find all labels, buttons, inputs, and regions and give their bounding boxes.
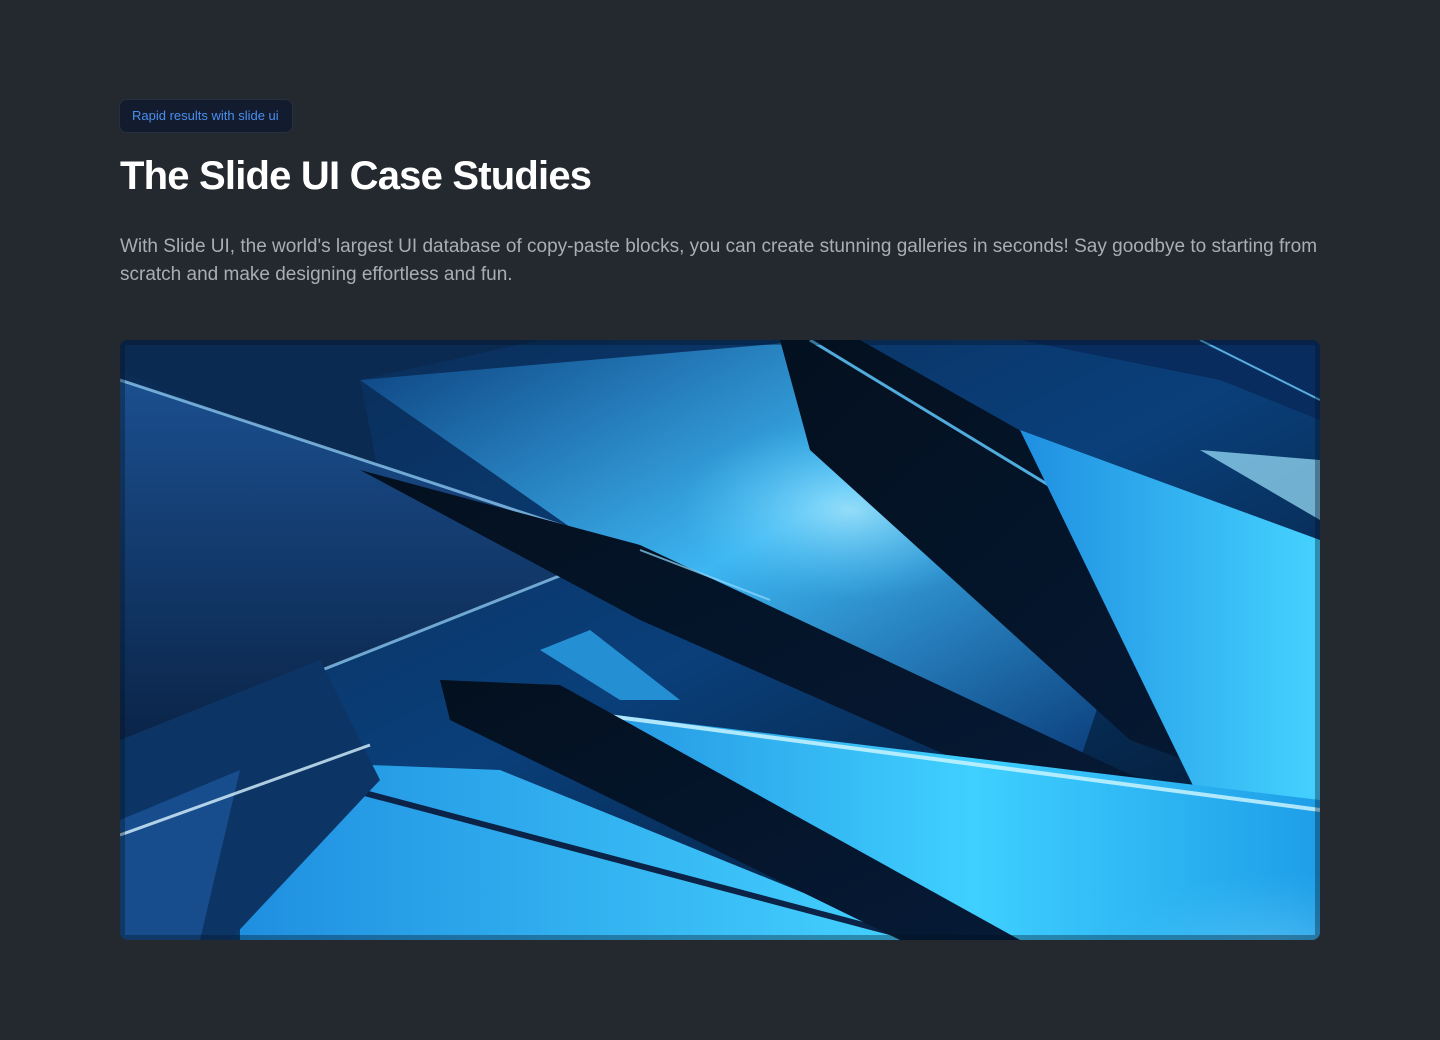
abstract-glass-shards-illustration: [120, 340, 1320, 940]
tagline-badge: Rapid results with slide ui: [120, 100, 292, 132]
page-title: The Slide UI Case Studies: [120, 154, 592, 198]
hero-image: [120, 340, 1320, 940]
page-description: With Slide UI, the world's largest UI da…: [120, 236, 1318, 285]
case-studies-header: Rapid results with slide ui The Slide UI…: [120, 100, 1320, 289]
